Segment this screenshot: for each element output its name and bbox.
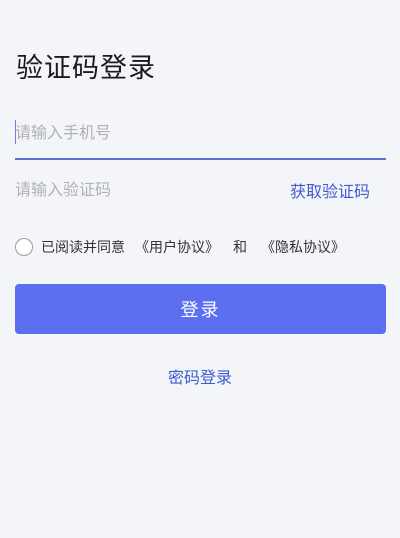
verification-code-field: 获取验证码 [15, 170, 386, 210]
verification-code-input[interactable] [15, 176, 255, 202]
agreement-checkbox[interactable] [15, 238, 33, 256]
login-button[interactable]: 登录 [15, 284, 386, 334]
agreement-prefix: 已阅读并同意 [41, 240, 125, 256]
password-login-link[interactable]: 密码登录 [0, 364, 400, 388]
agreement-row: 已阅读并同意 《用户协议》 和 《隐私协议》 [15, 236, 345, 258]
phone-field [15, 108, 386, 160]
user-agreement-link[interactable]: 《用户协议》 [135, 237, 219, 257]
page-title: 验证码登录 [16, 53, 156, 84]
agreement-and: 和 [233, 240, 247, 256]
get-code-button[interactable]: 获取验证码 [290, 178, 370, 202]
privacy-agreement-link[interactable]: 《隐私协议》 [261, 237, 345, 257]
phone-input[interactable] [15, 119, 315, 145]
